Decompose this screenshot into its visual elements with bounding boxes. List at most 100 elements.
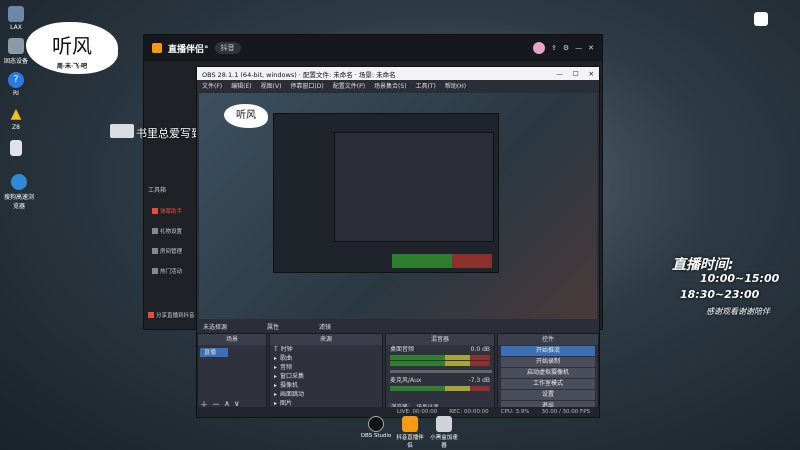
stream-time-note: 感谢观看谢谢陪伴: [706, 307, 770, 316]
browser-icon: [11, 174, 27, 190]
desktop-icon-label: 固态设备: [4, 58, 29, 65]
obs-icon: [368, 416, 384, 432]
warning-icon: ▲: [10, 106, 22, 122]
nested-sticker: 听风: [224, 104, 268, 128]
controls-dock: 控件 开始推流 开始录制 启动虚拟摄像机 工作室模式 设置 退出: [497, 333, 599, 413]
menu-docks[interactable]: 停靠窗口(D): [290, 81, 323, 90]
taskbar-label: 抖音直播伴侣: [396, 435, 424, 449]
mixer-dock: 混音器 桌面音频0.0 dB 麦克风/Aux-7.3 dB 混音器 场景过渡: [385, 333, 495, 413]
sticker-title: 听风: [52, 34, 92, 58]
virtual-camera-button[interactable]: 启动虚拟摄像机: [501, 368, 595, 378]
desktop-icon-label: RI: [13, 90, 19, 97]
menu-tools[interactable]: 工具(T): [416, 81, 436, 90]
start-streaming-button[interactable]: 开始推流: [501, 346, 595, 356]
scenes-dock: 场景 直播 ＋ － ∧ ∨: [197, 333, 267, 413]
helper-logo-icon: [152, 43, 162, 53]
tools-grid: 弹幕助手 礼物设置 房间管理 热门活动: [152, 201, 192, 281]
menu-scene-collection[interactable]: 场景集合(S): [374, 81, 407, 90]
volume-meter: [390, 386, 490, 391]
studio-mode-button[interactable]: 工作室模式: [501, 379, 595, 389]
obs-menubar: 文件(F) 编辑(E) 视图(V) 停靠窗口(D) 配置文件(P) 场景集合(S…: [197, 80, 599, 91]
desktop-icon-z8[interactable]: ▲ Z8: [4, 106, 28, 131]
desktop-icon-drive[interactable]: 固态设备: [4, 38, 28, 65]
taskbar-label: OBS Studio: [360, 433, 392, 439]
tool-item[interactable]: 礼物设置: [152, 221, 192, 241]
app-icon: [8, 6, 24, 22]
obs-title: OBS 28.1.1 (64-bit, windows) · 配置文件: 未命名…: [202, 70, 396, 79]
settings-button[interactable]: 设置: [501, 390, 595, 400]
share-to-douyin[interactable]: 分享直播到抖音: [148, 311, 195, 319]
taskbar-accelerator[interactable]: 小黑盒加速器: [428, 416, 460, 449]
cat-widget-icon[interactable]: [754, 12, 768, 26]
close-icon[interactable]: ✕: [588, 44, 594, 52]
helper-titlebar: 直播伴侣° 抖音 ⇪ ⚙ — ✕: [144, 35, 602, 61]
taskbar-obs[interactable]: OBS Studio: [360, 416, 392, 439]
source-toolbar: 未选择源 属性 滤镜: [199, 321, 597, 332]
close-icon[interactable]: ✕: [589, 70, 594, 78]
menu-profile[interactable]: 配置文件(P): [333, 81, 365, 90]
desktop-icon-label: 搜狗高速浏览器: [4, 194, 35, 210]
taskbar-helper[interactable]: 抖音直播伴侣: [394, 416, 426, 449]
filters-button[interactable]: 滤镜: [319, 322, 331, 331]
menu-help[interactable]: 帮助(H): [445, 81, 466, 90]
source-item[interactable]: ▸ 窗口采集: [270, 372, 382, 381]
start-recording-button[interactable]: 开始录制: [501, 357, 595, 367]
minimize-icon[interactable]: —: [556, 70, 563, 78]
minimize-icon[interactable]: —: [575, 44, 582, 52]
scene-item[interactable]: 直播: [200, 348, 228, 357]
stream-time-slot-1: 10:00~15:00: [700, 272, 780, 285]
sources-title: 来源: [270, 334, 382, 345]
volume-meter: [390, 355, 490, 360]
menu-edit[interactable]: 编辑(E): [231, 81, 251, 90]
tools-label: 工具箱: [148, 187, 167, 194]
desktop-icon-label: LAX: [10, 24, 22, 31]
desktop-icon-ri[interactable]: ? RI: [4, 72, 28, 97]
obs-preview[interactable]: 听风: [199, 93, 597, 319]
live-helper-icon: [402, 416, 418, 432]
menu-file[interactable]: 文件(F): [202, 81, 222, 90]
helper-title: 直播伴侣°: [168, 44, 209, 55]
desktop-icon-label: Z8: [12, 124, 20, 131]
mixer-channel: 桌面音频 0.0 dB: [390, 346, 490, 353]
desktop-icon-file[interactable]: [4, 140, 28, 158]
desktop-icon-lax[interactable]: LAX: [4, 6, 28, 31]
share-icon[interactable]: ⇪: [551, 44, 557, 52]
nested-preview: 听风: [224, 104, 499, 273]
platform-badge[interactable]: 抖音: [214, 42, 241, 54]
maximize-icon[interactable]: ☐: [573, 70, 579, 78]
source-item[interactable]: ▸ 音频: [270, 363, 382, 372]
source-item[interactable]: ▸ 歌曲: [270, 354, 382, 363]
source-item[interactable]: ▸ 画面跳动: [270, 390, 382, 399]
controls-title: 控件: [498, 334, 598, 345]
monitor-icon: [110, 124, 134, 138]
live-timer: LIVE: 00:00:00: [397, 409, 438, 415]
menu-view[interactable]: 视图(V): [261, 81, 282, 90]
taskbar-label: 小黑盒加速器: [430, 435, 458, 449]
properties-button[interactable]: 属性: [267, 322, 279, 331]
tool-item[interactable]: 热门活动: [152, 261, 192, 281]
settings-icon[interactable]: ⚙: [563, 44, 569, 52]
source-item[interactable]: T 时钟: [270, 345, 382, 354]
scenes-title: 场景: [198, 334, 266, 345]
selected-source-label: 未选择源: [203, 324, 228, 331]
help-icon: ?: [8, 72, 24, 88]
sources-dock: 来源 T 时钟 ▸ 歌曲 ▸ 音频 ▸ 窗口采集 ▸ 摄像机 ▸ 画面跳动 ▸ 图片: [269, 333, 383, 413]
rec-timer: REC: 00:00:00: [449, 409, 489, 415]
volume-meter: [390, 361, 490, 366]
stream-time-slot-2: 18:30~23:00: [680, 288, 760, 301]
obs-titlebar: OBS 28.1.1 (64-bit, windows) · 配置文件: 未命名…: [197, 67, 599, 80]
tool-item[interactable]: 弹幕助手: [152, 201, 192, 221]
mixer-title: 混音器: [386, 334, 494, 345]
volume-slider[interactable]: [390, 370, 492, 373]
avatar[interactable]: [532, 42, 545, 54]
tool-item[interactable]: 房间管理: [152, 241, 192, 261]
cpu-usage: CPU: 3.9%: [500, 409, 530, 415]
sticker-subtitle: 周·末·飞·吧: [56, 63, 88, 70]
source-item[interactable]: ▸ 摄像机: [270, 381, 382, 390]
accelerator-icon: [436, 416, 452, 432]
fps-readout: 30.00 / 30.00 FPS: [541, 409, 591, 415]
file-icon: [10, 140, 22, 156]
desktop-icon-browser[interactable]: 搜狗高速浏览器: [4, 174, 34, 210]
sticker-logo: 听风 周·末·飞·吧: [26, 22, 118, 74]
stream-time-label: 直播时间:: [672, 257, 734, 273]
